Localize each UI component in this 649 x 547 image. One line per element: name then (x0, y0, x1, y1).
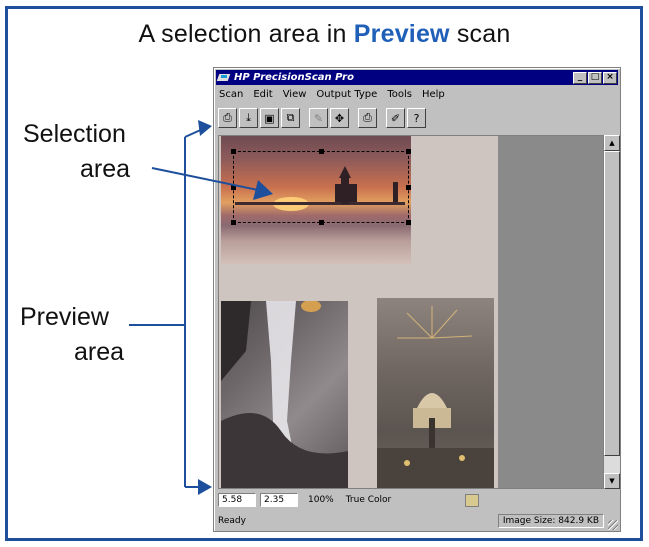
coord-x-field[interactable]: 5.58 (218, 493, 256, 507)
scroll-thumb[interactable] (604, 151, 620, 456)
coordinate-bar: 5.58 2.35 100% True Color (218, 492, 480, 508)
menu-edit[interactable]: Edit (252, 89, 273, 100)
selection-handle-s[interactable] (319, 220, 324, 225)
menu-view[interactable]: View (282, 89, 308, 100)
import-icon[interactable]: ⤓ (239, 108, 258, 128)
status-text: Ready (218, 516, 246, 526)
selection-handle-nw[interactable] (231, 149, 236, 154)
callout-selection-line1: Selection (23, 120, 126, 148)
selection-handle-sw[interactable] (231, 220, 236, 225)
vertical-scrollbar[interactable]: ▲ ▼ (604, 135, 620, 489)
selection-area[interactable] (231, 149, 411, 225)
callout-preview-line1: Preview (20, 303, 109, 331)
figure-heading: A selection area in Preview scan (0, 20, 649, 49)
selection-handle-e[interactable] (406, 185, 411, 190)
save-icon[interactable]: ▣ (260, 108, 279, 128)
selection-handle-w[interactable] (231, 185, 236, 190)
copy-icon[interactable]: ⧉ (281, 108, 300, 128)
menu-help[interactable]: Help (421, 89, 446, 100)
print-icon[interactable]: ⎙ (358, 108, 377, 128)
zoom-level: 100% (308, 495, 334, 505)
scroll-up-icon[interactable]: ▲ (604, 135, 620, 151)
color-settings-icon[interactable] (465, 493, 480, 507)
menu-tools[interactable]: Tools (386, 89, 413, 100)
heading-highlight: Preview (353, 20, 450, 48)
app-icon (218, 72, 231, 83)
title-bar[interactable]: HP PrecisionScan Pro _ □ × (216, 70, 618, 85)
whats-this-icon[interactable]: ? (407, 108, 426, 128)
window-title: HP PrecisionScan Pro (234, 72, 354, 83)
coord-y-field[interactable]: 2.35 (260, 493, 298, 507)
heading-suffix: scan (449, 20, 511, 48)
scroll-down-icon[interactable]: ▼ (604, 473, 620, 489)
selection-handle-n[interactable] (319, 149, 324, 154)
scan-icon[interactable]: ⎙ (218, 108, 237, 128)
status-bar: Ready Image Size: 842.9 KB (216, 513, 618, 529)
maximize-button[interactable]: □ (588, 71, 602, 84)
city-fireworks-photo (377, 298, 494, 488)
open-icon[interactable]: ✎ (309, 108, 328, 128)
help-scan-icon[interactable]: ✐ (386, 108, 405, 128)
close-button[interactable]: × (603, 71, 617, 84)
output-type-label: True Color (345, 495, 392, 505)
output-pane (498, 136, 603, 488)
menu-output-type[interactable]: Output Type (315, 89, 378, 100)
minimize-button[interactable]: _ (573, 71, 587, 84)
image-size: Image Size: 842.9 KB (497, 514, 604, 528)
heading-prefix: A selection area in (138, 20, 354, 48)
preview-area[interactable] (218, 135, 604, 489)
menu-bar: Scan Edit View Output Type Tools Help (218, 87, 446, 102)
callout-preview-line2: area (74, 338, 125, 366)
move-icon[interactable]: ✥ (330, 108, 349, 128)
menu-scan[interactable]: Scan (218, 89, 244, 100)
callout-selection-line2: area (80, 155, 131, 183)
waterfall-photo (221, 301, 348, 488)
app-window: HP PrecisionScan Pro _ □ × Scan Edit Vie… (213, 67, 621, 532)
toolbar: ⎙ ⤓ ▣ ⧉ ✎ ✥ ⎙ ✐ ? (218, 105, 426, 131)
selection-handle-se[interactable] (406, 220, 411, 225)
selection-handle-ne[interactable] (406, 149, 411, 154)
resize-grip-icon[interactable] (608, 520, 618, 530)
